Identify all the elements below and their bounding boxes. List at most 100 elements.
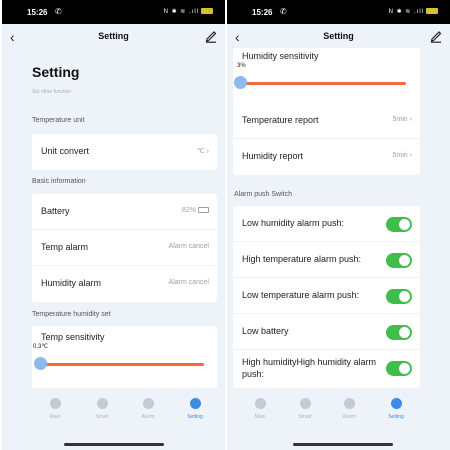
switch-label-high-humidity-line1: High humidityHigh humidity alarm	[242, 357, 377, 367]
toggle-low-temperature[interactable]	[386, 289, 412, 304]
edit-icon[interactable]	[430, 29, 442, 43]
chevron-right-icon: ›	[206, 148, 209, 155]
status-bar: 15:26 ✆ N ✱ ≋ .ıll	[227, 0, 450, 24]
report-card: Temperature report 5min › Humidity repor…	[233, 103, 420, 175]
status-icons: N ✱ ≋ .ıll	[164, 8, 213, 15]
switch-label-high-humidity: High humidityHigh humidity alarm push:	[242, 356, 376, 380]
home-icon	[254, 398, 266, 409]
temp-sensitivity-label: Temp sensitivity	[41, 332, 105, 342]
battery-row: Battery 82%	[32, 194, 217, 230]
settings-icon	[390, 398, 402, 409]
temp-sensitivity-slider[interactable]	[40, 363, 204, 366]
tab-main[interactable]: Main	[37, 398, 73, 420]
chevron-right-icon: ›	[409, 116, 412, 123]
humidity-sensitivity-slider[interactable]	[240, 82, 406, 85]
humidity-alarm-row: Humidity alarm Alarm cancel	[32, 266, 217, 302]
toggle-low-battery[interactable]	[386, 325, 412, 340]
tab-setting-label: Setting	[388, 414, 404, 420]
battery-icon	[426, 8, 438, 15]
alarm-switch-card: Low humidity alarm push: High temperatur…	[233, 206, 420, 388]
temperature-report-value: 5min ›	[393, 116, 412, 123]
temp-sensitivity-value: 0.3℃	[33, 344, 49, 350]
smart-icon	[96, 398, 108, 409]
tab-smart[interactable]: Smart	[84, 398, 120, 420]
switch-label-high-temperature: High temperature alarm push:	[242, 254, 362, 264]
bell-icon	[343, 398, 355, 409]
smart-icon	[299, 398, 311, 409]
switch-row-high-humidity: High humidityHigh humidity alarm push:	[233, 350, 420, 388]
battery-icon	[201, 8, 213, 15]
status-bar: 15:26 ✆ N ✱ ≋ .ıll	[2, 0, 225, 24]
home-icon	[49, 398, 61, 409]
home-indicator	[64, 443, 164, 446]
page-title: Setting	[32, 64, 80, 80]
humidity-report-label: Humidity report	[242, 151, 304, 161]
tab-smart-label: Smart	[298, 414, 312, 420]
status-time: 15:26	[252, 8, 273, 17]
toggle-low-humidity[interactable]	[386, 217, 412, 232]
battery-level-icon	[198, 207, 209, 214]
phone-icon: ✆	[280, 7, 287, 16]
nav-bar: ‹ Setting	[227, 24, 450, 50]
temp-sensitivity-knob[interactable]	[34, 357, 47, 370]
tab-alarm[interactable]: Alarm	[130, 398, 166, 420]
switch-row-low-humidity: Low humidity alarm push:	[233, 206, 420, 242]
status-time: 15:26	[27, 8, 48, 17]
unit-convert-value: ℃ ›	[197, 147, 209, 155]
battery-percent: 82%	[182, 207, 197, 214]
tab-setting[interactable]: Setting	[378, 398, 414, 420]
humidity-sensitivity-card: Humidity sensitivity	[233, 48, 420, 103]
bell-icon	[142, 398, 154, 409]
temp-alarm-row: Temp alarm Alarm cancel	[32, 230, 217, 266]
temperature-unit-card: Unit convert ℃ ›	[32, 134, 217, 170]
edit-icon[interactable]	[205, 29, 217, 43]
section-temperature-humidity-set: Temperature humidity set	[32, 311, 111, 318]
humidity-report-interval: 5min	[392, 152, 408, 159]
humidity-sensitivity-knob[interactable]	[234, 76, 247, 89]
temperature-report-interval: 5min	[392, 116, 408, 123]
unit-convert-label: Unit convert	[41, 146, 90, 156]
signal-icons: N ✱ ≋ .ıll	[388, 9, 424, 15]
switch-label-high-humidity-line2: push:	[242, 369, 265, 379]
tab-main-label: Main	[254, 414, 266, 420]
switch-label-low-battery: Low battery	[242, 326, 289, 336]
tab-smart-label: Smart	[95, 414, 109, 420]
temperature-report-row[interactable]: Temperature report 5min ›	[233, 103, 420, 139]
nav-title: Setting	[323, 31, 354, 41]
humidity-report-row[interactable]: Humidity report 5min ›	[233, 139, 420, 175]
section-basic-information: Basic information	[32, 178, 86, 185]
basic-information-card: Battery 82% Temp alarm Alarm cancel Humi…	[32, 194, 217, 302]
settings-icon	[189, 398, 201, 409]
nav-bar: ‹ Setting	[2, 24, 225, 50]
battery-value: 82%	[182, 207, 209, 214]
phone-icon: ✆	[55, 7, 62, 16]
page-subtitle: Set other function	[32, 89, 72, 95]
humidity-sensitivity-label: Humidity sensitivity	[242, 51, 319, 61]
temp-sensitivity-card: Temp sensitivity	[32, 326, 217, 388]
battery-label: Battery	[41, 206, 70, 216]
home-indicator	[293, 443, 393, 446]
tab-main[interactable]: Main	[242, 398, 278, 420]
unit-convert-row[interactable]: Unit convert ℃ ›	[32, 134, 217, 170]
switch-label-low-humidity: Low humidity alarm push:	[242, 218, 345, 228]
toggle-high-temperature[interactable]	[386, 253, 412, 268]
tab-main-label: Main	[49, 414, 61, 420]
humidity-alarm-value: Alarm cancel	[168, 279, 209, 286]
signal-icons: N ✱ ≋ .ıll	[163, 9, 199, 15]
humidity-sensitivity-value: 3%	[237, 63, 246, 69]
settings-screen-top: 15:26 ✆ N ✱ ≋ .ıll ‹ Setting Setting Set…	[2, 0, 225, 450]
status-icons: N ✱ ≋ .ıll	[389, 8, 438, 15]
chevron-right-icon: ›	[409, 152, 412, 159]
tab-smart[interactable]: Smart	[287, 398, 323, 420]
tab-alarm-label: Alarm	[342, 414, 356, 420]
nav-title: Setting	[98, 31, 129, 41]
tab-setting-label: Setting	[187, 414, 203, 420]
section-temperature-unit: Temperature unit	[32, 117, 85, 124]
tab-bar: Main Smart Alarm Setting	[2, 388, 225, 436]
toggle-high-humidity[interactable]	[386, 361, 412, 376]
switch-row-low-battery: Low battery	[233, 314, 420, 350]
tab-setting[interactable]: Setting	[177, 398, 213, 420]
switch-row-high-temperature: High temperature alarm push:	[233, 242, 420, 278]
humidity-alarm-label: Humidity alarm	[41, 278, 102, 288]
tab-alarm[interactable]: Alarm	[331, 398, 367, 420]
